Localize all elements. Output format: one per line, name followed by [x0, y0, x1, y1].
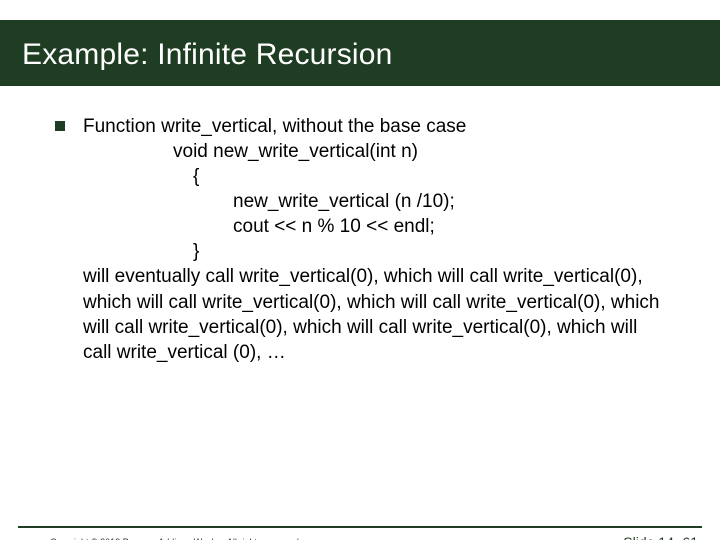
code-line: new_write_vertical (n /10);: [83, 189, 670, 214]
slide: Example: Infinite Recursion Function wri…: [0, 20, 720, 540]
title-band: Example: Infinite Recursion: [0, 20, 720, 86]
lead-line: Function write_vertical, without the bas…: [83, 114, 670, 139]
content-area: Function write_vertical, without the bas…: [0, 86, 720, 365]
code-line: void new_write_vertical(int n): [83, 139, 670, 164]
paragraph: will eventually call write_vertical(0), …: [83, 264, 670, 364]
body-text: Function write_vertical, without the bas…: [83, 114, 670, 365]
slide-title: Example: Infinite Recursion: [22, 38, 698, 72]
code-line: }: [83, 239, 670, 264]
footer-divider: [18, 526, 702, 528]
footer-row: Copyright © 2012 Pearson Addison-Wesley.…: [0, 534, 720, 540]
square-bullet-icon: [55, 121, 65, 131]
slide-number: Slide 14- 61: [623, 534, 698, 540]
footer: Copyright © 2012 Pearson Addison-Wesley.…: [0, 526, 720, 540]
bullet-item: Function write_vertical, without the bas…: [55, 114, 670, 365]
code-line: cout << n % 10 << endl;: [83, 214, 670, 239]
code-line: {: [83, 164, 670, 189]
